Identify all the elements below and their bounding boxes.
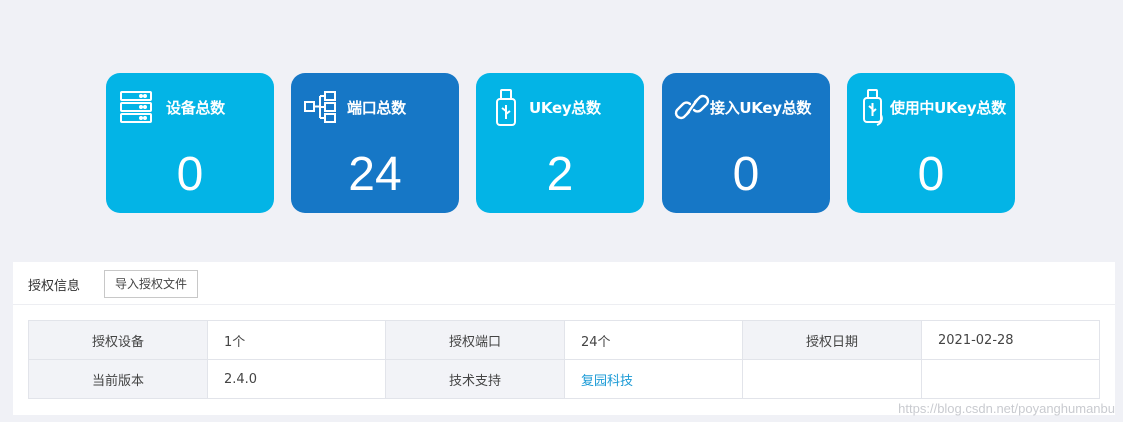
- table-row: 当前版本 2.4.0 技术支持 复园科技: [28, 359, 1100, 399]
- stat-card-connected-ukeys: 接入UKey总数 0: [662, 73, 830, 213]
- license-value-cell: 1个: [207, 320, 386, 360]
- stat-value: 0: [917, 148, 945, 201]
- server-icon: [118, 87, 154, 127]
- license-key-cell: 授权端口: [385, 320, 565, 360]
- license-table: 授权设备 1个 授权端口 24个 授权日期 2021-02-28 当前版本 2.…: [28, 320, 1100, 399]
- tech-support-link[interactable]: 复园科技: [581, 374, 633, 389]
- link-icon: [674, 87, 710, 127]
- stat-value: 24: [348, 148, 402, 201]
- license-value-cell: 2021-02-28: [921, 320, 1100, 360]
- license-value-cell: [921, 359, 1100, 399]
- stat-label: 设备总数: [166, 99, 225, 117]
- stat-card-ukeys-in-use: 使用中UKey总数 0: [847, 73, 1015, 213]
- stat-value: 0: [732, 148, 760, 201]
- license-key-cell: 授权日期: [742, 320, 922, 360]
- usb-key-icon: [488, 87, 524, 127]
- license-key-cell: 授权设备: [28, 320, 208, 360]
- license-key-cell: 当前版本: [28, 359, 208, 399]
- stat-value: 0: [176, 148, 204, 201]
- license-panel-title: 授权信息: [28, 279, 81, 294]
- license-value-cell: 2.4.0: [207, 359, 386, 399]
- license-value-cell: 复园科技: [564, 359, 743, 399]
- import-license-button[interactable]: 导入授权文件: [104, 270, 199, 298]
- license-value-cell: 24个: [564, 320, 743, 360]
- stat-value: 2: [546, 148, 574, 201]
- license-key-cell: 技术支持: [385, 359, 565, 399]
- table-row: 授权设备 1个 授权端口 24个 授权日期 2021-02-28: [28, 320, 1100, 360]
- license-panel: 授权信息 导入授权文件 授权设备 1个 授权端口 24个 授权日期 2021-0…: [13, 262, 1115, 415]
- stat-label: 接入UKey总数: [710, 99, 812, 117]
- stat-label: 端口总数: [347, 99, 406, 117]
- stat-label: UKey总数: [529, 99, 601, 117]
- stat-label: 使用中UKey总数: [890, 99, 1006, 117]
- stat-card-ukeys: UKey总数 2: [476, 73, 644, 213]
- stat-card-ports: 端口总数 24: [291, 73, 459, 213]
- network-ports-icon: [303, 87, 339, 127]
- license-panel-header: 授权信息 导入授权文件: [13, 262, 1115, 305]
- license-key-cell: [742, 359, 922, 399]
- stat-card-devices: 设备总数 0: [106, 73, 274, 213]
- watermark: https://blog.csdn.net/poyanghumanbu: [898, 401, 1115, 416]
- usb-in-use-icon: [857, 87, 893, 127]
